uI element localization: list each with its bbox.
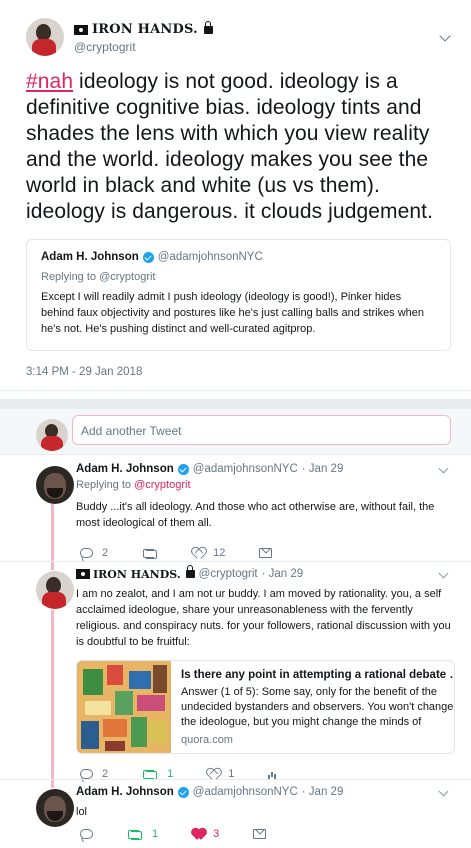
- reply-handle[interactable]: @adamjohnsonNYC: [193, 786, 298, 798]
- reply-handle[interactable]: @cryptogrit: [199, 568, 258, 580]
- tweet-header: IRON HANDS. @cryptogrit: [26, 18, 455, 56]
- username[interactable]: @cryptogrit: [74, 40, 213, 54]
- tweet-body: ideology is not good. ideology is a defi…: [26, 70, 434, 223]
- reply-icon: [80, 769, 93, 779]
- heart-icon: [207, 769, 219, 780]
- verified-icon: [177, 786, 189, 798]
- lock-icon: [185, 565, 195, 578]
- reply-icon: [80, 829, 93, 839]
- reply-date[interactable]: · Jan 29: [262, 568, 304, 580]
- reply-body: Adam H. Johnson @adamjohnsonNYC · Jan 29…: [76, 461, 455, 563]
- reply-header: IRON HANDS. @cryptogrit · Jan 29: [76, 565, 455, 582]
- reply-count: 2: [102, 547, 109, 559]
- reply-body: Adam H. Johnson @adamjohnsonNYC · Jan 29…: [76, 784, 455, 844]
- reply-tweet: IRON HANDS. @cryptogrit · Jan 29 I am no…: [0, 565, 471, 780]
- verified-icon: [177, 463, 189, 475]
- reply-name[interactable]: Adam H. Johnson: [76, 786, 174, 798]
- reply-name-text: IRON HANDS.: [93, 567, 181, 581]
- reply-text: Buddy ...it's all ideology. And those wh…: [76, 501, 435, 529]
- retweet-icon: [142, 548, 158, 559]
- reply-name[interactable]: Adam H. Johnson: [76, 463, 174, 475]
- avatar[interactable]: [36, 466, 74, 504]
- reply-tweet: Adam H. Johnson @adamjohnsonNYC · Jan 29…: [0, 784, 471, 848]
- retweet-button[interactable]: [142, 548, 158, 559]
- hashtag-link[interactable]: #nah: [26, 70, 73, 93]
- reply-name[interactable]: IRON HANDS.: [76, 565, 195, 581]
- reply-date[interactable]: · Jan 29: [302, 463, 344, 475]
- avatar: [36, 419, 68, 451]
- heart-icon: [192, 829, 204, 840]
- display-name[interactable]: IRON HANDS.: [74, 20, 213, 37]
- verified-icon: [142, 251, 154, 263]
- reply-text: lol: [76, 806, 88, 818]
- reply-actions: 1 3: [80, 824, 455, 844]
- dm-button[interactable]: [259, 548, 273, 558]
- card-url: quora.com: [181, 734, 233, 746]
- reply-text: I am no zealot, and I am not ur buddy. I…: [76, 588, 451, 648]
- compose-bar: Add another Tweet: [0, 409, 471, 455]
- reply-header: Adam H. Johnson @adamjohnsonNYC · Jan 29: [76, 461, 455, 477]
- reply-icon: [80, 548, 93, 558]
- author-names: IRON HANDS. @cryptogrit: [74, 18, 213, 54]
- replying-to: Replying to @cryptogrit: [76, 479, 455, 491]
- like-button[interactable]: 12: [192, 547, 225, 559]
- replying-link[interactable]: @cryptogrit: [134, 479, 190, 491]
- lock-icon: [203, 20, 213, 34]
- reply-tweet: Adam H. Johnson @adamjohnsonNYC · Jan 29…: [0, 461, 471, 565]
- retweet-count: 1: [152, 828, 159, 840]
- retweet-icon: [127, 829, 143, 840]
- reply-date[interactable]: · Jan 29: [302, 786, 344, 798]
- replying-prefix: Replying to: [76, 479, 135, 491]
- flag-icon: [74, 24, 88, 35]
- stats-icon: [268, 769, 278, 780]
- reply-actions: 2 1 1: [80, 764, 455, 784]
- retweet-icon: [142, 769, 158, 780]
- heart-icon: [192, 548, 204, 559]
- reply-button[interactable]: [80, 829, 93, 839]
- card-title: Is there any point in attempting a ratio…: [181, 669, 455, 681]
- reply-header: Adam H. Johnson @adamjohnsonNYC · Jan 29: [76, 784, 455, 800]
- section-gap: [0, 399, 471, 409]
- divider: [0, 561, 471, 562]
- quoted-name: Adam H. Johnson: [41, 251, 139, 263]
- quoted-header: Adam H. Johnson @adamjohnsonNYC: [41, 251, 436, 263]
- card-illustration: [77, 661, 171, 753]
- analytics-button[interactable]: [268, 769, 278, 780]
- add-tweet-input[interactable]: Add another Tweet: [72, 415, 451, 445]
- display-name-text: IRON HANDS.: [92, 22, 198, 37]
- retweet-button[interactable]: 1: [127, 828, 158, 840]
- avatar[interactable]: [26, 18, 64, 56]
- avatar[interactable]: [36, 789, 74, 827]
- quoted-text: Except I will readily admit I push ideol…: [41, 291, 425, 335]
- reply-handle[interactable]: @adamjohnsonNYC: [193, 463, 298, 475]
- mail-icon: [253, 829, 267, 839]
- like-count: 3: [213, 828, 220, 840]
- avatar[interactable]: [36, 571, 74, 609]
- like-button[interactable]: 3: [192, 828, 219, 840]
- card-image: [77, 661, 171, 753]
- like-count: 12: [213, 547, 226, 559]
- flag-icon: [76, 569, 90, 579]
- quoted-handle: @adamjohnsonNYC: [157, 251, 263, 263]
- reply-button[interactable]: 2: [80, 547, 108, 559]
- mail-icon: [259, 548, 273, 558]
- tweet-text: #nah ideology is not good. ideology is a…: [26, 69, 455, 225]
- tweet-timestamp[interactable]: 3:14 PM - 29 Jan 2018: [26, 366, 455, 378]
- quoted-tweet[interactable]: Adam H. Johnson @adamjohnsonNYC Replying…: [26, 239, 451, 351]
- main-tweet: IRON HANDS. @cryptogrit #nah ideology is…: [0, 0, 471, 426]
- link-card[interactable]: Is there any point in attempting a ratio…: [76, 660, 455, 754]
- quoted-replying-to: Replying to @cryptogrit: [41, 271, 156, 283]
- reply-actions: 2 12: [80, 543, 455, 563]
- card-description: Answer (1 of 5): Some say, only for the …: [181, 686, 454, 728]
- card-body: Is there any point in attempting a ratio…: [171, 661, 455, 753]
- dm-button[interactable]: [253, 829, 267, 839]
- reply-body: IRON HANDS. @cryptogrit · Jan 29 I am no…: [76, 565, 455, 784]
- divider: [0, 779, 471, 780]
